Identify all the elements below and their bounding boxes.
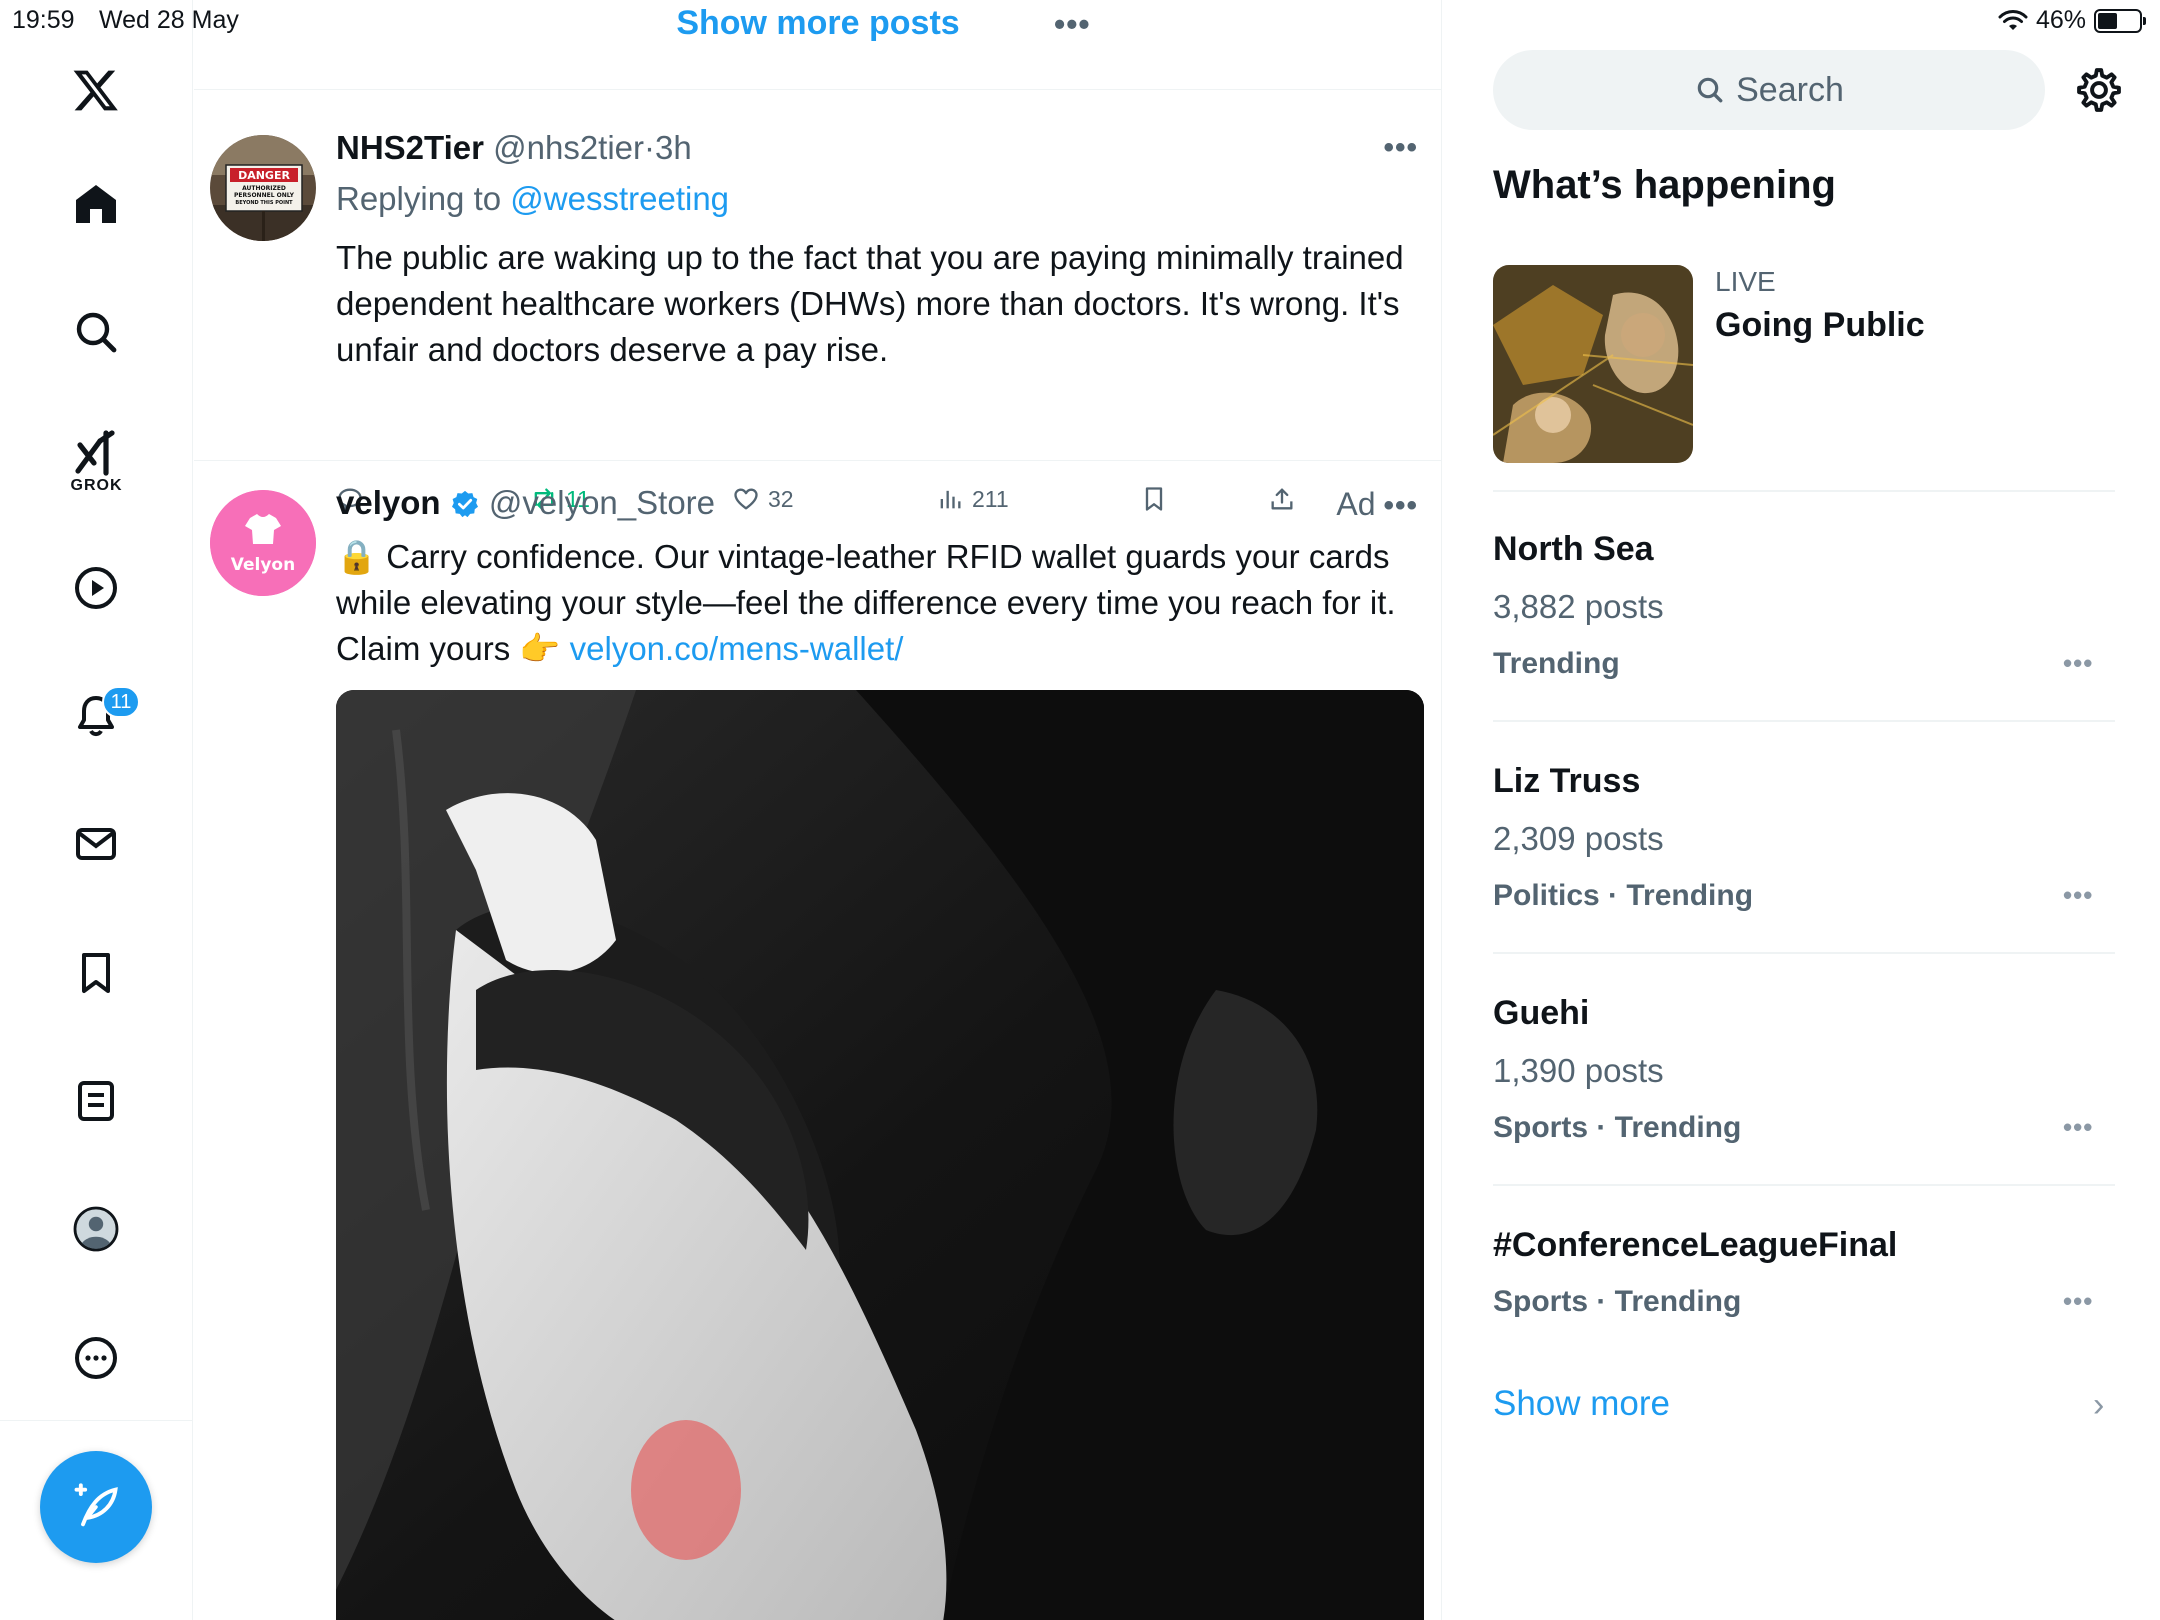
- status-time: 19:59: [12, 6, 75, 34]
- author-handle[interactable]: @nhs2tier: [493, 129, 644, 166]
- status-bar: 19:59 Wed 28 May 46%: [0, 0, 2160, 40]
- battery-percent: 46%: [2035, 6, 2086, 34]
- nav-divider: [0, 1420, 193, 1421]
- svg-text:PERSONNEL ONLY: PERSONNEL ONLY: [234, 192, 295, 199]
- trend-count: 2,309 posts: [1493, 820, 1664, 857]
- avatar-nhs2tier[interactable]: DANGER AUTHORIZED PERSONNEL ONLY BEYOND …: [210, 135, 316, 241]
- battery-icon: [2094, 8, 2146, 33]
- trend-menu-dots[interactable]: •••: [2063, 1286, 2093, 1317]
- trend-category: Trending: [1493, 647, 1620, 680]
- tweet-text: The public are waking up to the fact tha…: [336, 239, 1404, 368]
- ad-video[interactable]: [336, 690, 1424, 1620]
- search-icon[interactable]: [68, 304, 124, 360]
- replying-to: Replying to @wesstreeting: [336, 180, 729, 218]
- video-icon[interactable]: [68, 560, 124, 616]
- tweet-menu-dots[interactable]: •••: [1383, 489, 1418, 522]
- divider: [1493, 490, 2115, 492]
- grok-icon[interactable]: [68, 425, 124, 481]
- tweet-header: velyon @velyon_Store: [336, 484, 715, 522]
- notifications-badge: 11: [102, 686, 140, 718]
- tweet-menu-dots[interactable]: •••: [1383, 131, 1418, 165]
- svg-text:AUTHORIZED: AUTHORIZED: [242, 185, 286, 192]
- trend-category: Sports · Trending: [1493, 1111, 1742, 1144]
- trend-title[interactable]: North Sea: [1493, 530, 1654, 569]
- whats-happening-heading: What’s happening: [1493, 163, 1836, 207]
- more-icon[interactable]: [68, 1330, 124, 1386]
- status-date: Wed 28 May: [99, 6, 239, 34]
- replying-prefix: Replying to: [336, 180, 511, 217]
- live-tag: LIVE: [1715, 266, 1776, 297]
- left-nav: GROK 11: [0, 0, 193, 1620]
- author-handle[interactable]: @velyon_Store: [489, 484, 715, 521]
- author-name[interactable]: NHS2Tier: [336, 129, 484, 166]
- divider: [1493, 720, 2115, 722]
- settings-gear-icon[interactable]: [2073, 64, 2125, 116]
- search-placeholder: Search: [1736, 70, 1844, 109]
- compose-button[interactable]: [40, 1451, 152, 1563]
- trend-menu-dots[interactable]: •••: [2063, 648, 2093, 679]
- trend-title[interactable]: Liz Truss: [1493, 762, 1640, 801]
- trend-count: 1,390 posts: [1493, 1052, 1664, 1089]
- tweet-nhs2tier[interactable]: DANGER AUTHORIZED PERSONNEL ONLY BEYOND …: [194, 91, 1441, 512]
- profile-icon[interactable]: [68, 1201, 124, 1257]
- tweet-text: 🔒 Carry confidence. Our vintage-leather …: [336, 534, 1426, 672]
- separator-dot: ·: [644, 129, 656, 166]
- compose-icon: [74, 1483, 118, 1527]
- timeline: Show more posts ••• DANGER AUTHORIZED PE…: [194, 0, 1442, 1620]
- trend-title[interactable]: #ConferenceLeagueFinal: [1493, 1226, 1897, 1265]
- tweet-time[interactable]: 3h: [655, 129, 692, 166]
- trend-menu-dots[interactable]: •••: [2063, 1112, 2093, 1143]
- svg-text:Velyon: Velyon: [231, 555, 295, 575]
- divider: [1493, 952, 2115, 954]
- wifi-icon: [1998, 9, 2028, 30]
- right-sidebar: Search What’s happening LIVE Going Publi…: [1443, 0, 2160, 1620]
- live-title[interactable]: Going Public: [1715, 306, 1925, 345]
- search-icon: [1697, 77, 1723, 103]
- trend-category: Sports · Trending: [1493, 1285, 1742, 1318]
- svg-text:DANGER: DANGER: [238, 169, 290, 182]
- verified-badge-icon: [451, 490, 478, 518]
- show-more-trends-link[interactable]: Show more: [1493, 1384, 1670, 1424]
- tweet-header: NHS2Tier @nhs2tier·3h: [336, 129, 692, 167]
- x-logo-icon[interactable]: [68, 62, 124, 118]
- bookmarks-icon[interactable]: [68, 945, 124, 1001]
- messages-icon[interactable]: [68, 816, 124, 872]
- ad-header-right: Ad •••: [1336, 486, 1418, 523]
- avatar-velyon[interactable]: Velyon: [210, 490, 316, 596]
- search-bar[interactable]: Search: [1493, 50, 2045, 130]
- ad-link[interactable]: velyon.co/mens-wallet/: [570, 630, 904, 667]
- live-thumbnail[interactable]: [1493, 265, 1693, 463]
- replying-to-link[interactable]: @wesstreeting: [510, 180, 729, 217]
- ad-label: Ad: [1336, 486, 1376, 522]
- trend-title[interactable]: Guehi: [1493, 994, 1589, 1033]
- home-icon[interactable]: [68, 176, 124, 232]
- divider: [1493, 1184, 2115, 1186]
- lists-icon[interactable]: [68, 1073, 124, 1129]
- status-right: 46%: [1998, 6, 2146, 35]
- trend-menu-dots[interactable]: •••: [2063, 880, 2093, 911]
- author-name[interactable]: velyon: [336, 484, 441, 521]
- svg-text:BEYOND THIS POINT: BEYOND THIS POINT: [235, 200, 293, 206]
- grok-label: GROK: [70, 477, 123, 494]
- chevron-right-icon[interactable]: ›: [2093, 1386, 2104, 1425]
- trend-count: 3,882 posts: [1493, 588, 1664, 625]
- trend-category: Politics · Trending: [1493, 879, 1754, 912]
